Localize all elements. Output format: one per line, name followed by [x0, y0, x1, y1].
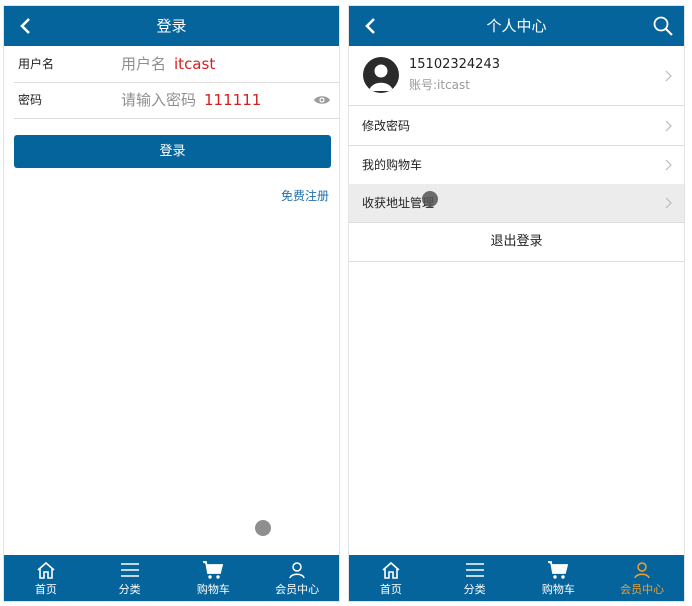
tab-label: 会员中心: [620, 582, 665, 596]
login-screen: 登录 用户名 用户名 itcast 密码 请输入密码 111111 登录 免费注册 …: [3, 5, 340, 602]
tab-cart[interactable]: 购物车: [172, 555, 256, 601]
tab-category[interactable]: 分类: [433, 555, 517, 601]
tab-home[interactable]: 首页: [349, 555, 433, 601]
page-title: 登录: [156, 17, 187, 35]
touch-indicator: [255, 520, 271, 536]
password-row: 密码 请输入密码 111111: [14, 83, 339, 119]
menu-item-address-management[interactable]: 收获地址管理: [349, 184, 684, 223]
tab-category[interactable]: 分类: [88, 555, 172, 601]
register-link[interactable]: 免费注册: [281, 187, 329, 204]
page-title: 个人中心: [486, 17, 547, 35]
tab-label: 购物车: [196, 582, 230, 596]
home-icon: [382, 561, 400, 579]
menu-item-my-cart[interactable]: 我的购物车: [349, 146, 684, 185]
chevron-right-icon: [665, 197, 672, 209]
search-icon[interactable]: [652, 15, 674, 37]
logout-button[interactable]: 退出登录: [349, 223, 684, 262]
login-header: 登录: [4, 6, 339, 46]
tab-label: 分类: [463, 582, 486, 596]
user-phone: 15102324243: [409, 57, 500, 72]
user-icon: [289, 561, 305, 578]
cart-icon: [203, 560, 224, 579]
chevron-right-icon: [665, 70, 672, 82]
tab-bar: 首页 分类 购物车 会员中心: [349, 555, 684, 601]
member-screen: 个人中心 15102324243 账号:itcast 修改密码 我的购物车 收获…: [348, 5, 685, 602]
password-placeholder: 请输入密码: [121, 91, 197, 109]
avatar: [363, 57, 399, 93]
tab-home[interactable]: 首页: [4, 555, 88, 601]
profile-row[interactable]: 15102324243 账号:itcast: [349, 46, 684, 106]
username-label: 用户名: [18, 57, 55, 71]
user-icon: [634, 561, 650, 578]
tab-label: 会员中心: [275, 582, 320, 596]
tab-label: 首页: [34, 582, 57, 596]
menu-icon: [465, 562, 484, 577]
tab-label: 首页: [379, 582, 402, 596]
touch-indicator: [422, 191, 438, 207]
username-row: 用户名 用户名 itcast: [14, 47, 339, 83]
tab-member[interactable]: 会员中心: [255, 555, 339, 601]
login-button[interactable]: 登录: [14, 135, 331, 168]
menu-icon: [120, 562, 139, 577]
menu-item-label: 修改密码: [362, 119, 411, 133]
member-header: 个人中心: [349, 6, 684, 46]
password-label: 密码: [18, 93, 43, 107]
home-icon: [37, 561, 55, 579]
tab-bar: 首页 分类 购物车 会员中心: [4, 555, 339, 601]
tab-label: 购物车: [541, 582, 575, 596]
tab-label: 分类: [118, 582, 141, 596]
username-value: itcast: [174, 55, 216, 73]
cart-icon: [548, 560, 569, 579]
tab-cart[interactable]: 购物车: [517, 555, 601, 601]
password-value: 111111: [204, 91, 262, 109]
eye-icon[interactable]: [313, 94, 331, 106]
username-placeholder: 用户名: [121, 55, 167, 73]
chevron-right-icon: [665, 120, 672, 132]
tab-member[interactable]: 会员中心: [600, 555, 684, 601]
chevron-right-icon: [665, 159, 672, 171]
password-input[interactable]: 请输入密码 111111: [121, 83, 261, 117]
username-input[interactable]: 用户名 itcast: [121, 47, 215, 81]
menu-item-label: 我的购物车: [362, 158, 423, 172]
user-account: 账号:itcast: [409, 78, 470, 92]
menu-item-change-password[interactable]: 修改密码: [349, 107, 684, 146]
